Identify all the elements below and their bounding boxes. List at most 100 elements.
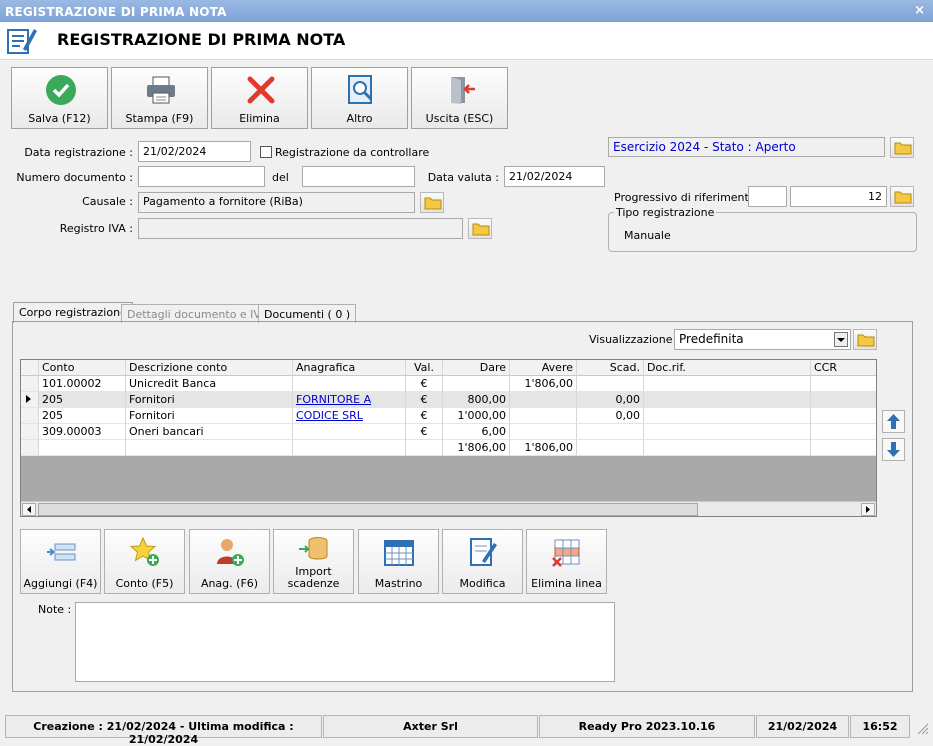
table-row[interactable]: 101.00002 Unicredit Banca € 1'806,00 bbox=[21, 376, 876, 392]
esercizio-lookup-button[interactable] bbox=[890, 137, 914, 158]
header-avere[interactable]: Avere bbox=[510, 360, 577, 376]
table-row[interactable]: 309.00003 Oneri bancari € 6,00 bbox=[21, 424, 876, 440]
modifica-button[interactable]: Modifica bbox=[442, 529, 523, 594]
cell-anagrafica[interactable] bbox=[293, 424, 406, 440]
more-button[interactable]: Altro bbox=[311, 67, 408, 129]
cell-valuta[interactable]: € bbox=[406, 392, 443, 408]
cell-avere[interactable]: 1'806,00 bbox=[510, 376, 577, 392]
header-anagrafica[interactable]: Anagrafica bbox=[293, 360, 406, 376]
anagrafica-button[interactable]: Anag. (F6) bbox=[189, 529, 270, 594]
import-scadenze-button[interactable]: Import scadenze bbox=[273, 529, 354, 594]
numero-documento-field[interactable] bbox=[138, 166, 265, 187]
visualizzazione-lookup-button[interactable] bbox=[853, 329, 877, 350]
visualizzazione-select[interactable]: Predefinita bbox=[674, 329, 851, 350]
header-docrif[interactable]: Doc.rif. bbox=[644, 360, 811, 376]
causale-lookup-button[interactable] bbox=[420, 192, 444, 213]
import-label-line2: scadenze bbox=[287, 577, 340, 590]
cell-dare[interactable]: 1'000,00 bbox=[443, 408, 510, 424]
cell-valuta[interactable]: € bbox=[406, 376, 443, 392]
row-selector[interactable] bbox=[21, 392, 39, 408]
header-dare[interactable]: Dare bbox=[443, 360, 510, 376]
move-up-button[interactable] bbox=[882, 410, 905, 433]
cell-descrizione[interactable]: Unicredit Banca bbox=[126, 376, 293, 392]
cell-scadenza[interactable]: 0,00 bbox=[577, 392, 644, 408]
header-valuta[interactable]: Val. bbox=[406, 360, 443, 376]
scroll-left-icon[interactable] bbox=[22, 503, 36, 516]
cell-conto[interactable]: 205 bbox=[39, 408, 126, 424]
registro-iva-field[interactable] bbox=[138, 218, 463, 239]
close-icon[interactable]: × bbox=[914, 3, 925, 18]
delete-button[interactable]: Elimina bbox=[211, 67, 308, 129]
mastrino-button[interactable]: Mastrino bbox=[358, 529, 439, 594]
move-down-button[interactable] bbox=[882, 438, 905, 461]
cell-scadenza[interactable] bbox=[577, 376, 644, 392]
cell-avere[interactable] bbox=[510, 424, 577, 440]
anagrafica-link[interactable]: CODICE SRL bbox=[296, 409, 363, 422]
scroll-thumb[interactable] bbox=[38, 503, 698, 516]
cell-conto[interactable]: 205 bbox=[39, 392, 126, 408]
data-registrazione-field[interactable]: 21/02/2024 bbox=[138, 141, 251, 162]
cell-ccr[interactable] bbox=[811, 392, 876, 408]
progressivo-lookup-button[interactable] bbox=[890, 186, 914, 207]
resize-grip-icon[interactable] bbox=[912, 718, 930, 736]
save-button[interactable]: Salva (F12) bbox=[11, 67, 108, 129]
progressivo-field-b[interactable]: 12 bbox=[790, 186, 887, 207]
cell-docrif[interactable] bbox=[644, 424, 811, 440]
cell-scadenza[interactable] bbox=[577, 424, 644, 440]
header-scadenza[interactable]: Scad. bbox=[577, 360, 644, 376]
cell-conto[interactable]: 309.00003 bbox=[39, 424, 126, 440]
table-row[interactable]: 205 Fornitori CODICE SRL € 1'000,00 0,00 bbox=[21, 408, 876, 424]
header-conto[interactable]: Conto bbox=[39, 360, 126, 376]
row-selector[interactable] bbox=[21, 424, 39, 440]
chevron-down-icon[interactable] bbox=[834, 332, 848, 347]
registro-iva-lookup-button[interactable] bbox=[468, 218, 492, 239]
exit-button[interactable]: Uscita (ESC) bbox=[411, 67, 508, 129]
header-descrizione[interactable]: Descrizione conto bbox=[126, 360, 293, 376]
print-button[interactable]: Stampa (F9) bbox=[111, 67, 208, 129]
cell-anagrafica[interactable]: FORNITORE A bbox=[293, 392, 406, 408]
causale-field[interactable]: Pagamento a fornitore (RiBa) bbox=[138, 192, 415, 213]
anagrafica-link[interactable]: FORNITORE A bbox=[296, 393, 371, 406]
conto-button[interactable]: Conto (F5) bbox=[104, 529, 185, 594]
cell-descrizione[interactable]: Fornitori bbox=[126, 392, 293, 408]
cell-avere[interactable] bbox=[510, 392, 577, 408]
causale-label: Causale : bbox=[82, 195, 133, 208]
cell-docrif[interactable] bbox=[644, 376, 811, 392]
row-selector[interactable] bbox=[21, 376, 39, 392]
registro-iva-label: Registro IVA : bbox=[59, 222, 133, 235]
cell-ccr[interactable] bbox=[811, 424, 876, 440]
del-date-field[interactable] bbox=[302, 166, 415, 187]
row-selector[interactable] bbox=[21, 408, 39, 424]
cell-ccr[interactable] bbox=[811, 408, 876, 424]
cell-valuta[interactable]: € bbox=[406, 408, 443, 424]
data-valuta-field[interactable]: 21/02/2024 bbox=[504, 166, 605, 187]
edit-document-icon bbox=[470, 538, 497, 566]
cell-docrif[interactable] bbox=[644, 392, 811, 408]
cell-conto[interactable]: 101.00002 bbox=[39, 376, 126, 392]
cell-descrizione[interactable]: Oneri bancari bbox=[126, 424, 293, 440]
page-title: REGISTRAZIONE DI PRIMA NOTA bbox=[57, 30, 346, 49]
elimina-linea-button[interactable]: Elimina linea bbox=[526, 529, 607, 594]
cell-anagrafica[interactable]: CODICE SRL bbox=[293, 408, 406, 424]
cell-valuta[interactable]: € bbox=[406, 424, 443, 440]
registrazione-controllare-checkbox[interactable] bbox=[260, 146, 272, 158]
table-row[interactable]: 205 Fornitori FORNITORE A € 800,00 0,00 bbox=[21, 392, 876, 408]
cell-dare[interactable]: 6,00 bbox=[443, 424, 510, 440]
header-ccr[interactable]: CCR bbox=[811, 360, 876, 376]
aggiungi-button[interactable]: Aggiungi (F4) bbox=[20, 529, 101, 594]
cell-ccr[interactable] bbox=[811, 376, 876, 392]
progressivo-field-a[interactable] bbox=[748, 186, 787, 207]
cell-dare[interactable]: 800,00 bbox=[443, 392, 510, 408]
cell-scadenza[interactable]: 0,00 bbox=[577, 408, 644, 424]
registration-grid[interactable]: Conto Descrizione conto Anagrafica Val. … bbox=[20, 359, 877, 517]
scroll-right-icon[interactable] bbox=[861, 503, 875, 516]
tab-corpo-registrazione[interactable]: Corpo registrazione bbox=[13, 302, 133, 323]
user-add-icon bbox=[217, 539, 244, 566]
cell-descrizione[interactable]: Fornitori bbox=[126, 408, 293, 424]
cell-anagrafica[interactable] bbox=[293, 376, 406, 392]
cell-dare[interactable] bbox=[443, 376, 510, 392]
cell-docrif[interactable] bbox=[644, 408, 811, 424]
cell-avere[interactable] bbox=[510, 408, 577, 424]
note-textarea[interactable] bbox=[75, 602, 615, 682]
horizontal-scrollbar[interactable] bbox=[21, 501, 876, 516]
